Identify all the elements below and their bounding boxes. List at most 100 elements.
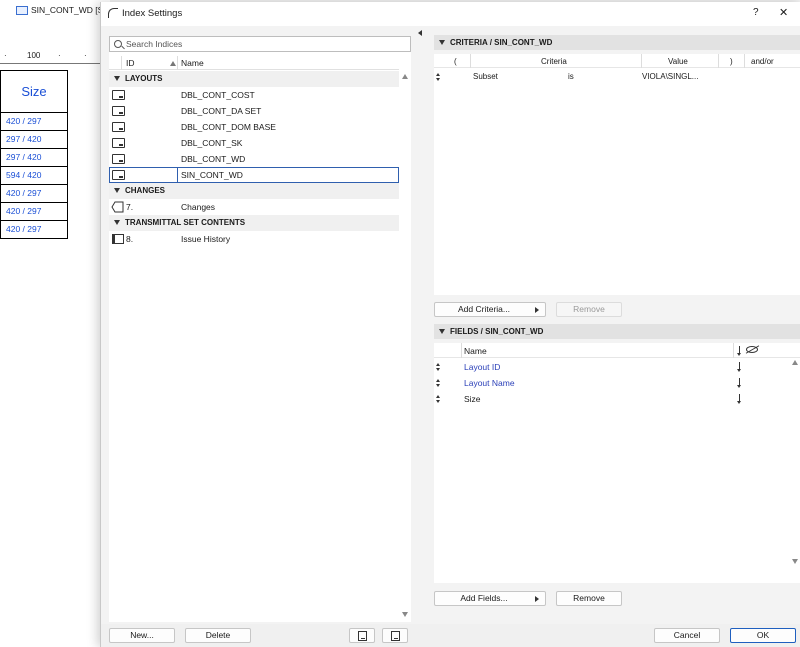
list-item[interactable]: DBL_CONT_COST (109, 87, 399, 103)
cancel-button[interactable]: Cancel (654, 628, 720, 643)
search-input[interactable] (126, 38, 406, 50)
fields-scrollbar[interactable] (791, 354, 799, 574)
criteria-field[interactable]: Subset (473, 72, 498, 81)
scroll-down-icon[interactable] (792, 559, 798, 564)
table-cell: 297 / 420 (1, 149, 68, 167)
import-icon (358, 631, 367, 641)
list-item[interactable]: DBL_CONT_DA SET (109, 103, 399, 119)
change-tag-icon (111, 201, 124, 213)
group-label: CHANGES (125, 186, 166, 195)
list-item[interactable]: 8. Issue History (109, 231, 399, 247)
search-icon (114, 40, 122, 48)
item-name: DBL_CONT_SK (181, 138, 243, 148)
fields-column-header: Name (434, 343, 800, 358)
table-cell: 297 / 420 (1, 131, 68, 149)
field-name: Size (464, 394, 481, 404)
visibility-hidden-icon[interactable] (746, 346, 758, 353)
background-tab[interactable]: SIN_CONT_WD [S (16, 2, 103, 18)
close-button[interactable]: ✕ (779, 6, 788, 19)
list-item[interactable]: DBL_CONT_WD (109, 151, 399, 167)
dialog-titlebar[interactable]: Index Settings ? ✕ (101, 2, 800, 26)
layout-icon (112, 90, 125, 100)
field-row[interactable]: Layout ID (434, 359, 800, 375)
delete-button[interactable]: Delete (185, 628, 251, 643)
field-name: Layout Name (464, 378, 515, 388)
criteria-row[interactable]: Subset is VIOLA\SINGL... (434, 69, 800, 84)
expand-triangle-icon[interactable] (114, 76, 120, 81)
scroll-down-icon[interactable] (402, 612, 408, 617)
group-label: TRANSMITTAL SET CONTENTS (125, 218, 246, 227)
import-button[interactable] (349, 628, 375, 643)
table-cell: 420 / 297 (1, 113, 68, 131)
sort-down-icon[interactable] (737, 346, 743, 356)
export-button[interactable] (382, 628, 408, 643)
list-scrollbar[interactable] (401, 72, 409, 622)
item-id: 8. (126, 234, 134, 244)
add-fields-button[interactable]: Add Fields... (434, 591, 546, 606)
column-name[interactable]: Name (181, 58, 204, 68)
list-item-selected[interactable]: SIN_CONT_WD (109, 167, 399, 183)
layout-icon (112, 154, 125, 164)
reorder-handle-icon[interactable] (436, 73, 440, 81)
group-transmittal-set-contents[interactable]: TRANSMITTAL SET CONTENTS (109, 215, 399, 231)
item-name: Issue History (181, 234, 231, 244)
item-id: 7. (126, 202, 134, 212)
index-list-panel: ID Name LAYOUTS DBL_CONT_COST DBL_CONT_D… (109, 36, 411, 622)
item-name: Changes (181, 202, 216, 212)
fields-table: Name Layout ID Layout Name Size (434, 343, 800, 583)
list-item[interactable]: 7. Changes (109, 199, 399, 215)
add-criteria-button[interactable]: Add Criteria... (434, 302, 546, 317)
column-close-paren: ) (730, 57, 733, 66)
group-layouts[interactable]: LAYOUTS (109, 71, 399, 87)
reorder-handle-icon[interactable] (436, 363, 440, 371)
index-settings-dialog: Index Settings ? ✕ ID Name LAYOUTS DBL_C… (100, 2, 800, 647)
new-button[interactable]: New... (109, 628, 175, 643)
field-name: Layout ID (464, 362, 501, 372)
scroll-up-icon[interactable] (402, 74, 408, 79)
group-changes[interactable]: CHANGES (109, 183, 399, 199)
table-cell: 594 / 420 (1, 167, 68, 185)
column-andor: and/or (751, 57, 774, 66)
expand-triangle-icon[interactable] (439, 329, 445, 334)
table-header-size: Size (1, 70, 68, 113)
reorder-handle-icon[interactable] (436, 379, 440, 387)
export-icon (391, 631, 400, 641)
criteria-title: CRITERIA / SIN_CONT_WD (450, 38, 553, 47)
item-name: DBL_CONT_WD (181, 154, 246, 164)
sort-down-icon[interactable] (737, 362, 743, 372)
ok-button[interactable]: OK (730, 628, 796, 643)
sort-down-icon[interactable] (737, 378, 743, 388)
table-cell: 420 / 297 (1, 185, 68, 203)
remove-criteria-button[interactable]: Remove (556, 302, 622, 317)
field-row[interactable]: Layout Name (434, 375, 800, 391)
expand-triangle-icon[interactable] (114, 188, 120, 193)
criteria-value[interactable]: VIOLA\SINGL... (642, 72, 698, 81)
criteria-operator[interactable]: is (568, 72, 574, 81)
sort-down-icon[interactable] (737, 394, 743, 404)
expand-triangle-icon[interactable] (114, 220, 120, 225)
search-box[interactable] (109, 36, 411, 52)
item-name: DBL_CONT_DA SET (181, 106, 262, 116)
fields-section-header[interactable]: FIELDS / SIN_CONT_WD (434, 324, 800, 339)
layout-icon (112, 122, 125, 132)
table-cell: 420 / 297 (1, 221, 68, 239)
sort-ascending-icon[interactable] (170, 61, 176, 66)
item-name: SIN_CONT_WD (181, 170, 243, 180)
dialog-footer: New... Delete Cancel OK (101, 624, 800, 647)
column-name: Name (464, 346, 487, 356)
table-cell: 420 / 297 (1, 203, 68, 221)
remove-fields-button[interactable]: Remove (556, 591, 622, 606)
field-row[interactable]: Size (434, 391, 800, 407)
scroll-up-icon[interactable] (792, 360, 798, 365)
column-id[interactable]: ID (126, 58, 135, 68)
collapse-panel-icon[interactable] (418, 30, 422, 36)
item-name: DBL_CONT_COST (181, 90, 255, 100)
expand-triangle-icon[interactable] (439, 40, 445, 45)
help-button[interactable]: ? (753, 7, 759, 18)
item-name: DBL_CONT_DOM BASE (181, 122, 276, 132)
criteria-section-header[interactable]: CRITERIA / SIN_CONT_WD (434, 35, 800, 50)
list-item[interactable]: DBL_CONT_SK (109, 135, 399, 151)
reorder-handle-icon[interactable] (436, 395, 440, 403)
list-item[interactable]: DBL_CONT_DOM BASE (109, 119, 399, 135)
app-icon (108, 8, 118, 18)
